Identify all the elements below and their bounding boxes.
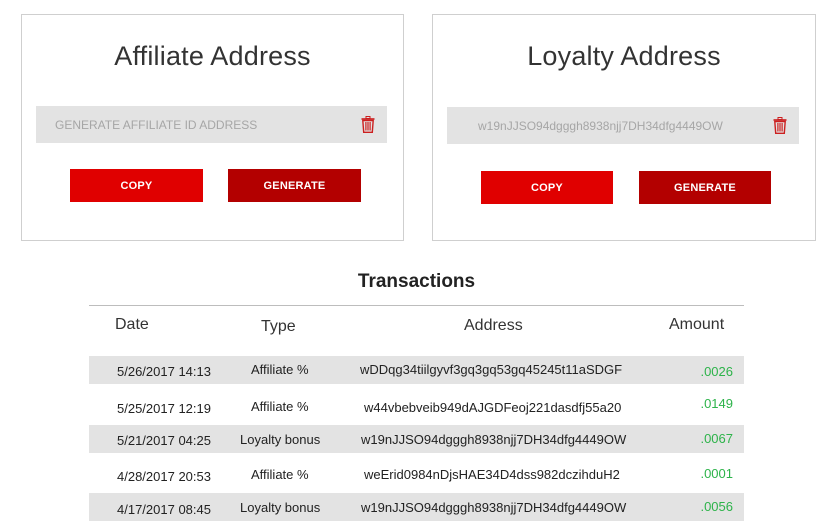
loyalty-generate-button[interactable]: GENERATE — [639, 171, 771, 204]
affiliate-address-text: GENERATE AFFILIATE ID ADDRESS — [55, 117, 258, 132]
transaction-address: w19nJJSO94dgggh8938njj7DH34dfg4449OW — [361, 432, 627, 447]
loyalty-address-text: w19nJJSO94dgggh8938njj7DH34dfg4449OW — [478, 118, 723, 133]
loyalty-copy-button[interactable]: COPY — [481, 171, 613, 204]
column-header-type: Type — [261, 318, 296, 335]
transaction-date: 5/21/2017 04:25 — [117, 433, 211, 448]
loyalty-address-title: Loyalty Address — [527, 41, 721, 71]
transaction-address: weErid0984nDjsHAE34D4dss982dczihduH2 — [364, 467, 620, 482]
transaction-date: 4/28/2017 20:53 — [117, 469, 211, 484]
transaction-type: Loyalty bonus — [240, 432, 321, 447]
transaction-amount: .0026 — [700, 364, 733, 379]
transaction-amount: .0056 — [700, 499, 733, 514]
transaction-address: wDDqg34tiilgyvf3gq3gq53gq45245t11aSDGF — [360, 362, 623, 377]
transaction-address: w44vbebveib949dAJGDFeoj221dasdfj55a20 — [364, 400, 622, 415]
column-header-amount: Amount — [669, 316, 725, 333]
affiliate-copy-button[interactable]: COPY — [70, 169, 203, 202]
transaction-date: 5/25/2017 12:19 — [117, 401, 211, 416]
trash-icon[interactable] — [772, 117, 788, 135]
transaction-amount: .0067 — [700, 431, 733, 446]
transaction-amount: .0149 — [700, 396, 733, 411]
column-header-date: Date — [115, 316, 149, 333]
column-header-address: Address — [464, 317, 523, 334]
table-row: 4/28/2017 20:53 Affiliate % weErid0984nD… — [89, 461, 744, 489]
affiliate-address-card: Affiliate Address GENERATE AFFILIATE ID … — [21, 14, 404, 241]
transactions-header-row: Date Type Address Amount — [0, 315, 833, 337]
transaction-type: Loyalty bonus — [240, 500, 321, 515]
affiliate-address-title: Affiliate Address — [114, 41, 311, 71]
transaction-amount: .0001 — [700, 466, 733, 481]
loyalty-address-card: Loyalty Address w19nJJSO94dgggh8938njj7D… — [432, 14, 816, 241]
table-row: 5/26/2017 14:13 Affiliate % wDDqg34tiilg… — [89, 356, 744, 384]
transaction-type: Affiliate % — [251, 467, 309, 482]
loyalty-address-field[interactable]: w19nJJSO94dgggh8938njj7DH34dfg4449OW — [447, 107, 799, 144]
transactions-divider — [89, 305, 744, 306]
transaction-date: 5/26/2017 14:13 — [117, 364, 211, 379]
trash-icon[interactable] — [360, 116, 376, 134]
transaction-type: Affiliate % — [251, 399, 309, 414]
transaction-type: Affiliate % — [251, 362, 309, 377]
transaction-address: w19nJJSO94dgggh8938njj7DH34dfg4449OW — [361, 500, 627, 515]
table-row: 5/21/2017 04:25 Loyalty bonus w19nJJSO94… — [89, 425, 744, 453]
table-row: 5/25/2017 12:19 Affiliate % w44vbebveib9… — [89, 393, 744, 421]
transaction-date: 4/17/2017 08:45 — [117, 502, 211, 517]
affiliate-generate-button[interactable]: GENERATE — [228, 169, 361, 202]
table-row: 4/17/2017 08:45 Loyalty bonus w19nJJSO94… — [89, 493, 744, 521]
affiliate-address-field[interactable]: GENERATE AFFILIATE ID ADDRESS — [36, 106, 387, 143]
transactions-title: Transactions — [357, 271, 476, 292]
